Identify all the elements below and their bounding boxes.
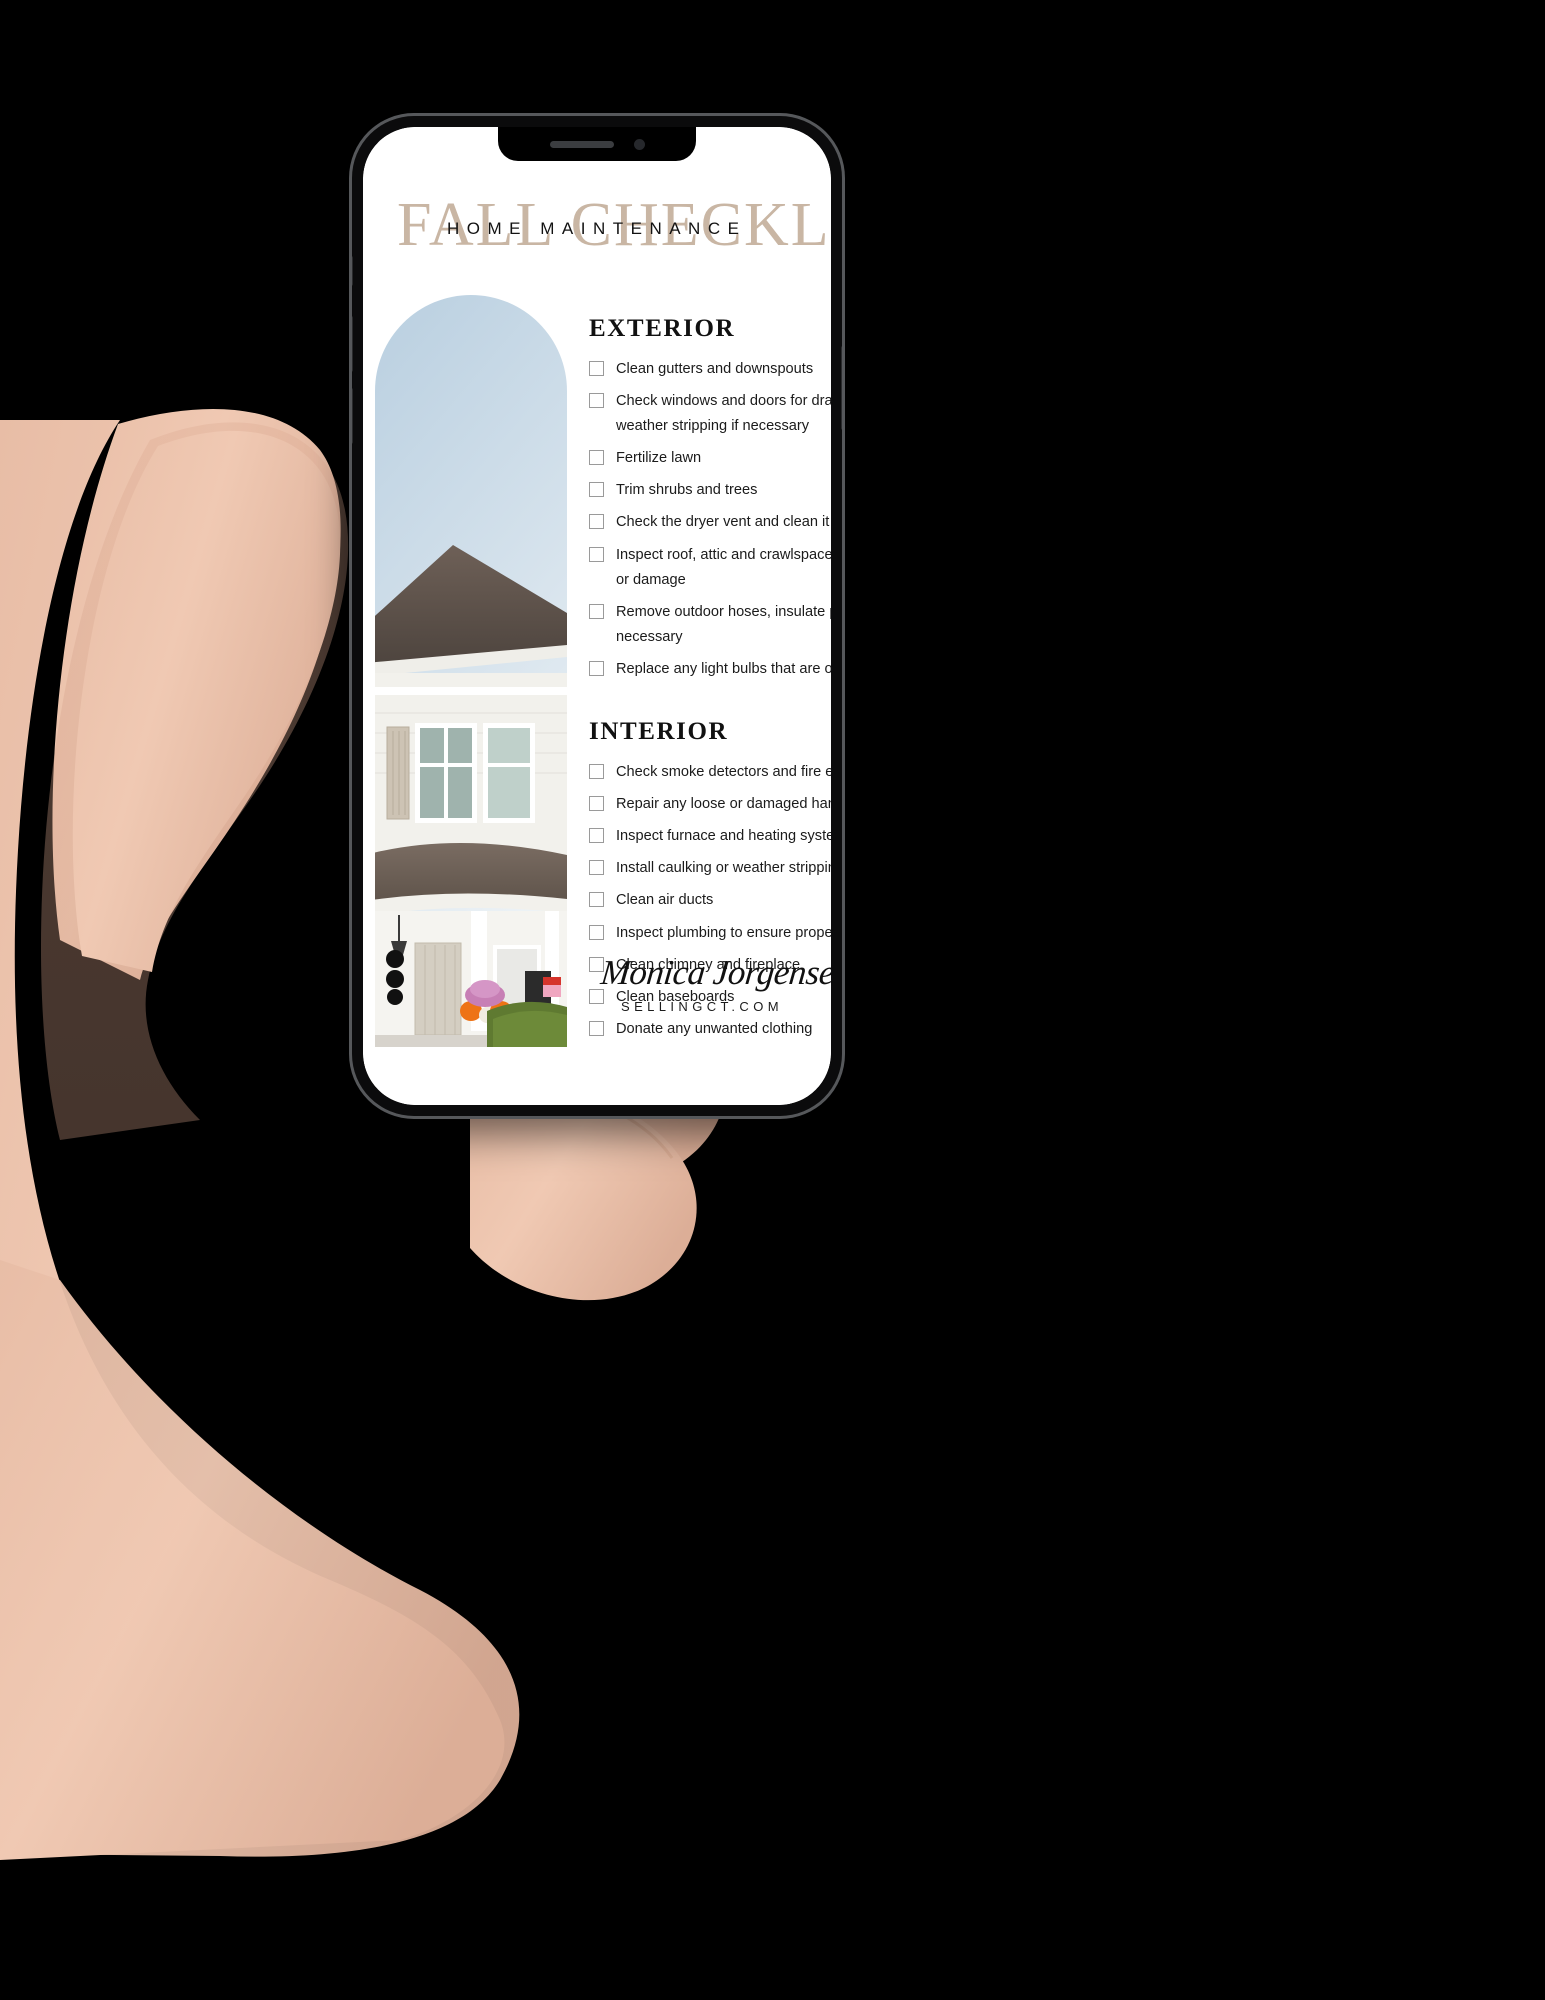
page-title: FALL CHECKLIST HOME MAINTENANCE	[363, 189, 831, 261]
list-item-label: Remove outdoor hoses, insulate pipes if	[616, 603, 831, 620]
screenshot-stage: FALL CHECKLIST HOME MAINTENANCE	[0, 0, 1545, 2000]
list-item-label: Inspect furnace and heating system	[616, 828, 831, 845]
list-item[interactable]: Fertilize lawn	[589, 446, 831, 471]
list-item[interactable]: Check the dryer vent and clean it out	[589, 510, 831, 535]
list-item[interactable]: Remove outdoor hoses, insulate pipes if …	[589, 600, 831, 650]
house-photo	[375, 295, 567, 1047]
list-item-label: Repair any loose or damaged handrails	[616, 796, 831, 813]
list-item-label: Trim shrubs and trees	[616, 482, 758, 499]
checkbox-icon[interactable]	[589, 892, 604, 908]
section-heading-interior: INTERIOR	[589, 718, 729, 746]
list-item[interactable]: Clean air ducts	[589, 888, 831, 913]
earpiece-speaker-icon	[549, 140, 614, 148]
checklist-page: FALL CHECKLIST HOME MAINTENANCE	[363, 127, 831, 1105]
smartphone-device: FALL CHECKLIST HOME MAINTENANCE	[352, 116, 842, 1116]
checkbox-icon[interactable]	[589, 660, 604, 676]
signature-name: Monica Jorgensen	[599, 953, 831, 992]
checkbox-icon[interactable]	[589, 603, 604, 619]
list-item-label: Replace any light bulbs that are out	[616, 660, 831, 677]
checkbox-icon[interactable]	[589, 924, 604, 940]
phone-inner-bezel: FALL CHECKLIST HOME MAINTENANCE	[363, 127, 831, 1105]
checkbox-icon[interactable]	[589, 796, 604, 812]
list-item[interactable]: Inspect plumbing to ensure proper functi…	[589, 921, 831, 946]
list-item-label: Inspect plumbing to ensure proper functi…	[616, 924, 831, 941]
list-item[interactable]: Check windows and doors for drafts, repl…	[589, 389, 831, 439]
list-item-label: Check windows and doors for drafts, repl…	[616, 393, 831, 410]
checkbox-icon[interactable]	[589, 361, 604, 376]
volume-up-button[interactable]	[352, 316, 353, 372]
volume-down-button[interactable]	[352, 388, 353, 444]
checkbox-icon[interactable]	[589, 514, 604, 530]
notch	[498, 127, 696, 161]
section-heading-exterior: EXTERIOR	[589, 315, 736, 342]
list-item[interactable]: Replace any light bulbs that are out	[589, 657, 831, 682]
list-item[interactable]: Inspect furnace and heating system	[589, 824, 831, 849]
mute-switch[interactable]	[352, 256, 353, 286]
checkbox-icon[interactable]	[589, 764, 604, 780]
checkbox-icon[interactable]	[589, 860, 604, 876]
list-item[interactable]: Inspect roof, attic and crawlspace for l…	[589, 543, 831, 593]
list-item-label: Donate any unwanted clothing	[616, 1020, 813, 1037]
list-item-label: Clean air ducts	[616, 892, 714, 909]
signature-brand: SELLINGCT.COM	[621, 999, 783, 1014]
list-item[interactable]: Install caulking or weather stripping	[589, 856, 831, 881]
list-item-label: Install caulking or weather stripping	[616, 860, 831, 877]
list-item-label: Check the dryer vent and clean it out	[616, 514, 831, 531]
list-item[interactable]: Clean gutters and downspouts	[589, 357, 831, 382]
checkbox-icon[interactable]	[589, 1020, 604, 1036]
checkbox-icon[interactable]	[589, 450, 604, 466]
phone-screen[interactable]: FALL CHECKLIST HOME MAINTENANCE	[363, 127, 831, 1105]
list-item-label: Fertilize lawn	[616, 450, 702, 467]
signature-block: Monica Jorgensen SELLINGCT.COM	[599, 953, 831, 1014]
front-camera-icon	[633, 138, 645, 150]
list-item-label: Check smoke detectors and fire extinguis…	[616, 764, 831, 781]
list-item[interactable]: Trim shrubs and trees	[589, 478, 831, 503]
power-button[interactable]	[841, 346, 842, 430]
checkbox-icon[interactable]	[589, 828, 604, 844]
list-item-label: Clean gutters and downspouts	[616, 361, 814, 377]
list-item[interactable]: Donate any unwanted clothing	[589, 1017, 831, 1042]
checkbox-icon[interactable]	[589, 393, 604, 409]
list-item-label-line2: weather stripping if necessary	[616, 418, 810, 435]
list-item[interactable]: Check smoke detectors and fire extinguis…	[589, 760, 831, 785]
list-item-label-line2: or damage	[616, 571, 686, 588]
list-item-label-line2: necessary	[616, 628, 683, 645]
title-overlay-text: HOME MAINTENANCE	[447, 219, 747, 238]
checkbox-icon[interactable]	[589, 546, 604, 562]
list-item-label: Inspect roof, attic and crawlspace for l…	[616, 546, 831, 563]
list-item[interactable]: Repair any loose or damaged handrails	[589, 792, 831, 817]
checklist-column: EXTERIOR Clean gutters and downspouts Ch…	[589, 315, 831, 1049]
checkbox-icon[interactable]	[589, 482, 604, 498]
